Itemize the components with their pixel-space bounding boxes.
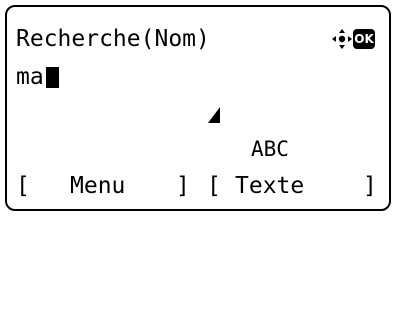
- softkey-texte-close-bracket: ]: [363, 173, 377, 199]
- text-cursor: [45, 66, 59, 88]
- mode-indicator-icon: [208, 107, 220, 123]
- softkey-menu[interactable]: [ Menu ]: [16, 171, 190, 201]
- ok-icon: OK: [353, 29, 375, 49]
- softkey-texte-label: Texte: [235, 173, 305, 199]
- softkey-texte[interactable]: [ Texte ]: [207, 171, 383, 201]
- lcd-screen: Recherche(Nom) OK ma ABC [ Menu ] [ Text…: [5, 5, 391, 211]
- screen-title: Recherche(Nom): [16, 26, 210, 52]
- softkey-menu-label: Menu: [70, 173, 126, 199]
- softkey-menu-open-bracket: [: [16, 173, 30, 199]
- search-input[interactable]: ma: [16, 63, 59, 91]
- status-icons: OK: [331, 27, 377, 51]
- softkey-menu-close-bracket: ]: [176, 173, 190, 199]
- softkey-texte-open-bracket: [: [207, 173, 221, 199]
- input-mode-label: ABC: [251, 137, 289, 161]
- search-input-value: ma: [16, 64, 44, 90]
- nav-cross-icon: [332, 29, 352, 49]
